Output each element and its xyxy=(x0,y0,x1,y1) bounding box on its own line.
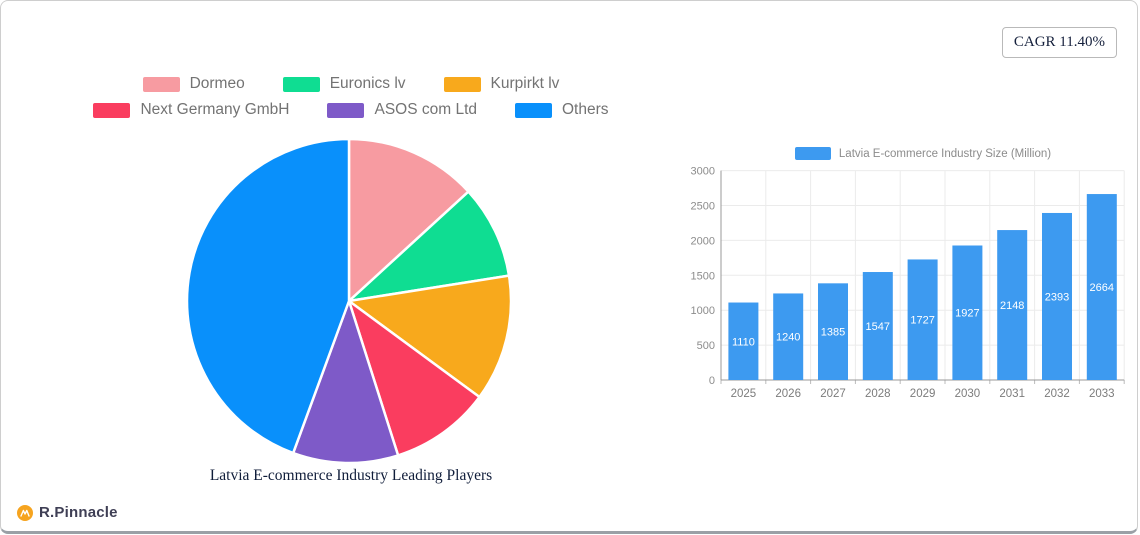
x-axis-category-label: 2030 xyxy=(955,388,981,400)
pie-legend-row: Dormeo Euronics lv Kurpirkt lv xyxy=(142,75,560,93)
bar-chart: 0 500 1000 1500 2000 2500 3000 1110 2025 1240 2026… xyxy=(691,166,1125,400)
bar-value-label: 1385 xyxy=(821,327,845,339)
legend-item-asos-com-ltd[interactable]: ASOS com Ltd xyxy=(327,101,477,119)
y-axis-tick-label: 500 xyxy=(697,340,715,352)
x-axis-category-label: 2032 xyxy=(1044,388,1070,400)
legend-swatch xyxy=(327,102,365,118)
legend-swatch xyxy=(282,76,320,92)
x-axis-category-label: 2027 xyxy=(820,388,846,400)
bar-value-label: 2393 xyxy=(1045,291,1069,303)
y-axis-tick-label: 2500 xyxy=(691,201,715,213)
bar-value-label: 1110 xyxy=(732,336,755,348)
y-axis-tick-label: 1000 xyxy=(691,305,715,317)
bar-value-label: 2664 xyxy=(1090,282,1114,294)
x-axis-category-label: 2033 xyxy=(1089,388,1115,400)
y-axis-tick-label: 3000 xyxy=(691,166,715,178)
x-axis-category-label: 2029 xyxy=(910,388,936,400)
y-axis-tick-label: 0 xyxy=(709,375,715,387)
legend-label: Euronics lv xyxy=(329,75,406,92)
legend-item-next-germany-gmbh[interactable]: Next Germany GmbH xyxy=(93,101,289,119)
legend-swatch xyxy=(515,102,552,118)
x-axis-category-label: 2026 xyxy=(775,388,801,400)
cagr-badge: CAGR 11.40% xyxy=(1001,27,1117,58)
legend-item-kurpirkt-lv[interactable]: Kurpirkt lv xyxy=(443,75,560,93)
pie-chart-title: Latvia E-commerce Industry Leading Playe… xyxy=(209,467,493,484)
legend-label: Next Germany GmbH xyxy=(140,101,290,118)
x-axis-category-label: 2028 xyxy=(865,388,891,400)
legend-swatch xyxy=(93,102,131,118)
bar-value-label: 2148 xyxy=(1000,300,1024,312)
pie-legend: Dormeo Euronics lv Kurpirkt lv Next Germany… xyxy=(1,75,701,119)
legend-label: ASOS com Ltd xyxy=(374,101,477,118)
y-axis-tick-label: 2000 xyxy=(691,235,715,247)
legend-item-others[interactable]: Others xyxy=(515,101,609,119)
bar-value-label: 1727 xyxy=(910,315,934,327)
legend-item-dormeo[interactable]: Dormeo xyxy=(142,75,245,93)
x-axis-category-label: 2025 xyxy=(731,388,757,400)
pie-legend-row: Next Germany GmbH ASOS com Ltd Others xyxy=(93,101,609,119)
bar-value-label: 1927 xyxy=(955,308,979,320)
x-axis-category-label: 2031 xyxy=(999,388,1025,400)
legend-item-euronics-lv[interactable]: Euronics lv xyxy=(282,75,406,93)
bar-value-label: 1547 xyxy=(866,321,890,333)
bar-value-label: 1240 xyxy=(776,332,800,344)
legend-label: Dormeo xyxy=(189,75,245,92)
pie-chart xyxy=(185,137,513,465)
legend-label: Others xyxy=(562,101,609,118)
report-card: CAGR 11.40% Dormeo Euronics lv Kurpirkt lv… xyxy=(0,0,1138,534)
legend-label: Kurpirkt lv xyxy=(490,75,560,92)
brand-logo: R.Pinnacle xyxy=(17,504,118,521)
brand-logo-text: R.Pinnacle xyxy=(39,504,118,521)
pinnacle-logo-icon xyxy=(17,504,33,521)
legend-swatch xyxy=(142,76,180,92)
legend-swatch xyxy=(443,76,481,92)
y-axis-tick-label: 1500 xyxy=(691,270,715,282)
